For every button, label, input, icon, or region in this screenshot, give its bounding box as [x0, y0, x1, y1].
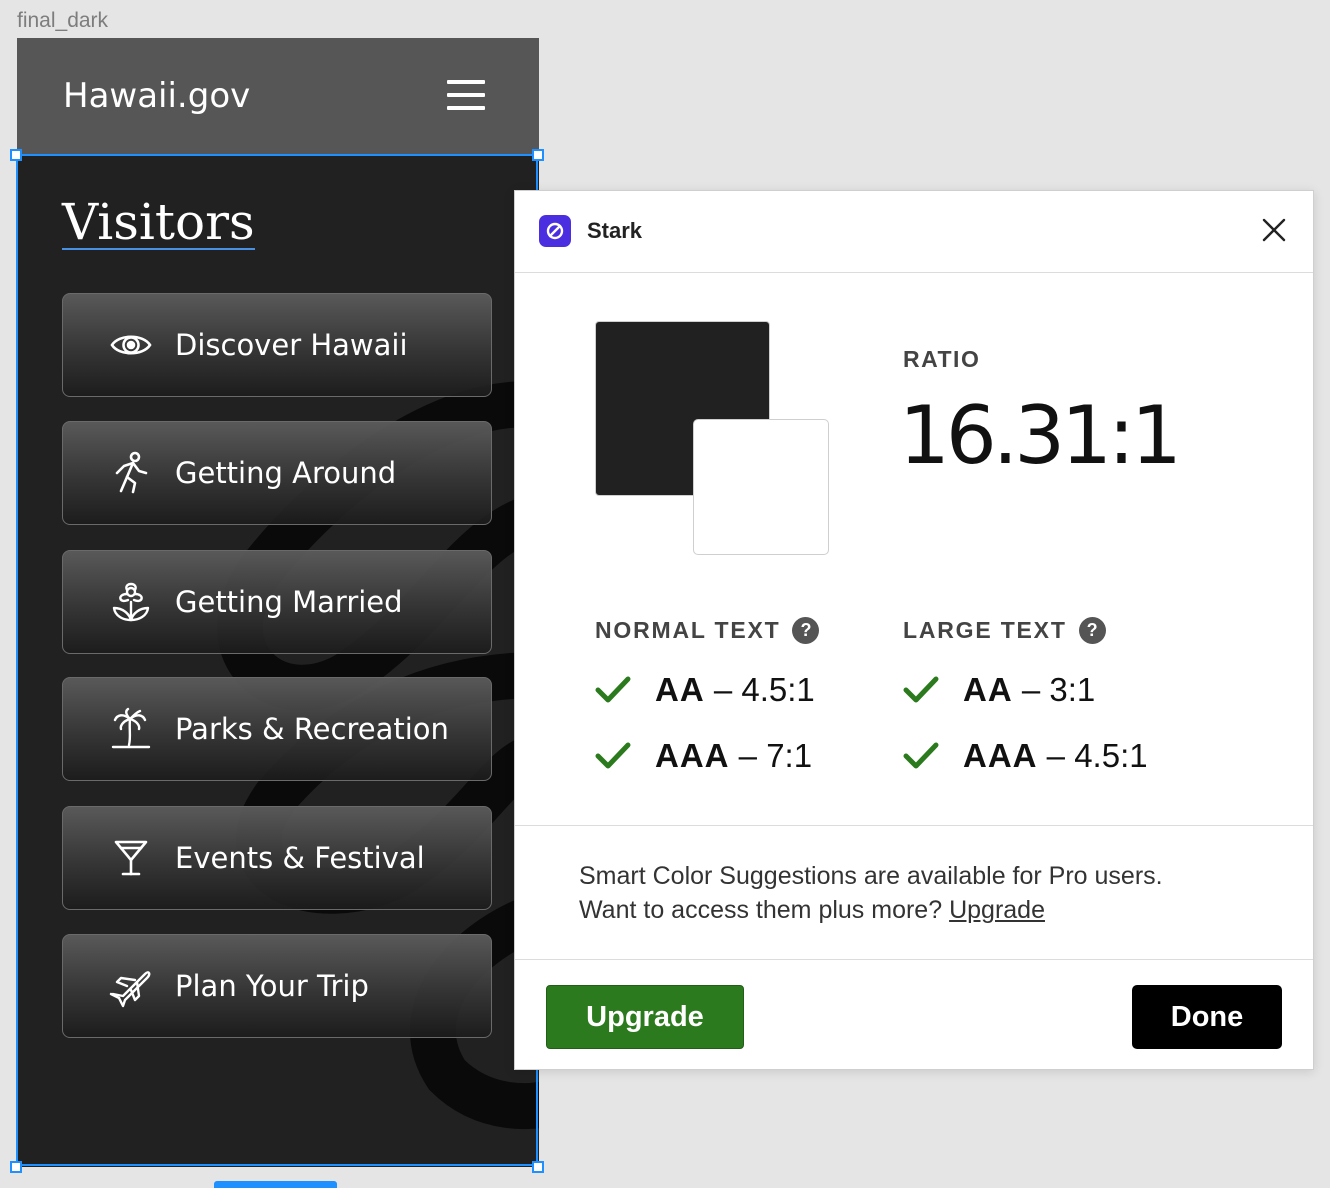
nav-plan-your-trip[interactable]: Plan Your Trip	[62, 934, 492, 1038]
normal-text-heading: NORMAL TEXT?	[595, 617, 820, 644]
stark-logo-icon	[539, 215, 571, 247]
level: AAA	[655, 737, 730, 774]
level: AA	[655, 671, 705, 708]
nav-events-festival[interactable]: Events & Festival	[62, 806, 492, 910]
large-text-label: LARGE TEXT	[903, 617, 1067, 643]
upgrade-link[interactable]: Upgrade	[949, 896, 1045, 924]
divider	[515, 959, 1313, 960]
nav-parks-recreation[interactable]: Parks & Recreation	[62, 677, 492, 781]
flower-icon	[112, 582, 150, 622]
check-icon	[595, 676, 631, 703]
eye-icon	[110, 335, 152, 355]
promo-line-1: Smart Color Suggestions are available fo…	[579, 862, 1163, 890]
nav-getting-married[interactable]: Getting Married	[62, 550, 492, 654]
help-icon[interactable]: ?	[1078, 617, 1106, 644]
nav-getting-around[interactable]: Getting Around	[62, 421, 492, 525]
nav-label: Parks & Recreation	[175, 712, 449, 746]
frame-label[interactable]: final_dark	[17, 9, 108, 33]
nav-label: Discover Hawaii	[175, 328, 408, 362]
visitors-page: Visitors Discover Hawaii Getting Around …	[17, 155, 539, 1167]
normal-text-label: NORMAL TEXT	[595, 617, 781, 643]
help-icon[interactable]: ?	[792, 617, 820, 644]
nav-label: Getting Married	[175, 585, 403, 619]
nav-label: Events & Festival	[175, 841, 425, 875]
check-icon	[595, 742, 631, 769]
done-button[interactable]: Done	[1132, 985, 1282, 1049]
check-icon	[903, 676, 939, 703]
ratio-label: RATIO	[903, 346, 981, 372]
stark-title: Stark	[587, 218, 643, 243]
walking-person-icon	[115, 451, 148, 494]
site-header: Hawaii.gov	[17, 38, 539, 155]
level: AAA	[963, 737, 1038, 774]
nav-discover-hawaii[interactable]: Discover Hawaii	[62, 293, 492, 397]
check-icon	[903, 742, 939, 769]
pro-promo-text: Smart Color Suggestions are available fo…	[579, 859, 1163, 927]
close-icon[interactable]	[1259, 215, 1289, 245]
page-heading: Visitors	[62, 193, 255, 251]
resize-handle-top-left[interactable]	[10, 149, 22, 161]
stark-header: Stark	[515, 191, 1313, 273]
threshold: – 4.5:1	[1046, 737, 1148, 774]
palm-tree-icon	[111, 707, 151, 749]
resize-handle-bottom-right[interactable]	[532, 1161, 544, 1173]
dimension-tab	[214, 1181, 337, 1188]
threshold: – 7:1	[738, 737, 813, 774]
resize-handle-top-right[interactable]	[532, 149, 544, 161]
upgrade-button[interactable]: Upgrade	[546, 985, 744, 1049]
large-text-heading: LARGE TEXT?	[903, 617, 1106, 644]
threshold: – 4.5:1	[713, 671, 815, 708]
stark-panel: Stark RATIO 16.31:1 NORMAL TEXT? LARGE T…	[514, 190, 1314, 1070]
nav-label: Plan Your Trip	[175, 969, 369, 1003]
nav-label: Getting Around	[175, 456, 397, 490]
hamburger-menu-icon[interactable]	[447, 80, 485, 110]
resize-handle-bottom-left[interactable]	[10, 1161, 22, 1173]
background-color-swatch[interactable]	[693, 419, 829, 555]
level: AA	[963, 671, 1013, 708]
divider	[515, 825, 1313, 826]
promo-line-2: Want to access them plus more?	[579, 896, 943, 924]
ratio-value: 16.31:1	[899, 389, 1182, 482]
threshold: – 3:1	[1021, 671, 1096, 708]
site-title[interactable]: Hawaii.gov	[63, 76, 250, 116]
airplane-icon	[109, 971, 151, 1008]
cocktail-glass-icon	[114, 840, 148, 876]
